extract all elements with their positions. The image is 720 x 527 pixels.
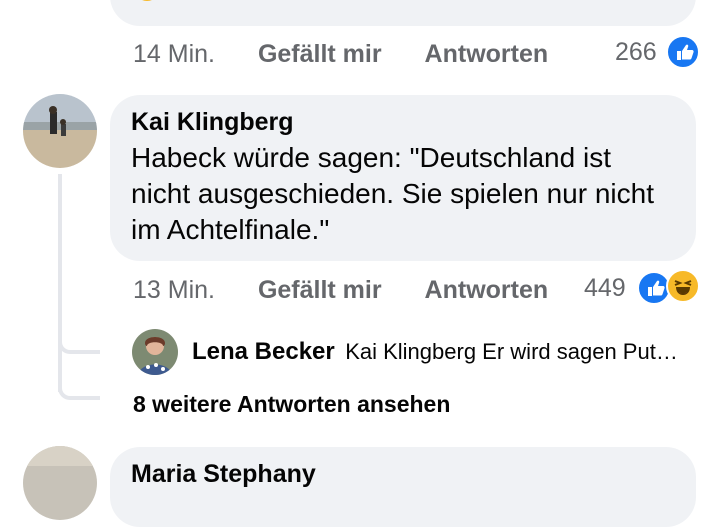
thread-line-branch-2 bbox=[58, 360, 100, 400]
reply-text: Kai Klingberg Er wird sagen Put… bbox=[345, 339, 678, 364]
comment-author[interactable]: Maria Stephany bbox=[131, 460, 316, 489]
reaction-count[interactable]: 449 bbox=[584, 274, 626, 303]
comment-time[interactable]: 14 Min. bbox=[133, 40, 215, 68]
thread-line-branch-1 bbox=[58, 310, 100, 354]
comment-bubble-top: peinlich bbox=[110, 0, 696, 26]
haha-icon bbox=[666, 269, 700, 303]
comment-bubble-kai: Kai Klingberg Habeck würde sagen: "Deuts… bbox=[110, 95, 696, 261]
reply-button[interactable]: Antworten bbox=[425, 40, 549, 68]
reply-button[interactable]: Antworten bbox=[425, 276, 549, 304]
more-replies-link[interactable]: 8 weitere Antworten ansehen bbox=[133, 391, 450, 418]
avatar-lena-becker[interactable] bbox=[132, 329, 178, 375]
comment-bubble-maria: Maria Stephany bbox=[110, 447, 696, 527]
comment-actions-kai: 13 Min. Gefällt mir Antworten bbox=[133, 276, 548, 305]
comment-actions-top: 14 Min. Gefällt mir Antworten bbox=[133, 40, 548, 69]
comment-author[interactable]: Kai Klingberg bbox=[131, 108, 294, 137]
emoji-icon bbox=[132, 0, 162, 14]
comment-text: Habeck würde sagen: "Deutschland ist nic… bbox=[131, 142, 655, 245]
like-icon bbox=[666, 35, 700, 69]
avatar-kai-klingberg[interactable] bbox=[23, 94, 97, 168]
reaction-count[interactable]: 266 bbox=[615, 38, 657, 67]
comment-time[interactable]: 13 Min. bbox=[133, 276, 215, 304]
reply-preview[interactable]: Lena Becker Kai Klingberg Er wird sagen … bbox=[192, 338, 697, 366]
reply-author[interactable]: Lena Becker bbox=[192, 338, 335, 365]
like-button[interactable]: Gefällt mir bbox=[258, 40, 382, 68]
like-button[interactable]: Gefällt mir bbox=[258, 276, 382, 304]
avatar-maria-stephany[interactable] bbox=[23, 446, 97, 520]
